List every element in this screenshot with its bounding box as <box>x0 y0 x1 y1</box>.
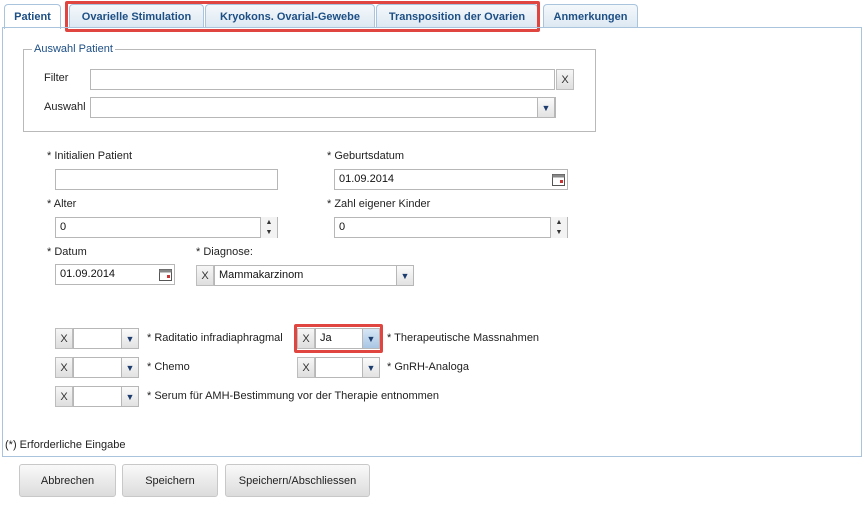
age-label: * Alter <box>47 198 77 210</box>
filter-input[interactable] <box>90 69 555 90</box>
save-close-label: Speichern/Abschliessen <box>238 474 357 487</box>
clear-icon: X <box>60 390 68 403</box>
chevron-down-icon[interactable]: ▼ <box>362 328 380 349</box>
tab-kryokons-ovarial-gewebe[interactable]: Kryokons. Ovarial-Gewebe <box>205 4 375 28</box>
clear-icon: X <box>201 269 209 282</box>
chevron-down-icon[interactable]: ▼ <box>362 357 380 378</box>
diagnosis-select[interactable]: Mammakarzinom <box>214 265 414 286</box>
serum-clear-button[interactable]: X <box>55 386 73 407</box>
chevron-down-icon[interactable]: ▼ <box>121 357 139 378</box>
clear-icon: X <box>60 332 68 345</box>
initials-input[interactable] <box>55 169 278 190</box>
clear-icon: X <box>302 332 310 345</box>
down-arrow-icon[interactable]: ▼ <box>551 228 567 239</box>
therapeutische-value: Ja <box>320 332 332 344</box>
tab-transposition-der-ovarien[interactable]: Transposition der Ovarien <box>376 4 538 28</box>
clear-icon: X <box>561 73 569 86</box>
up-arrow-icon[interactable]: ▲ <box>261 217 277 228</box>
up-arrow-icon[interactable]: ▲ <box>551 217 567 228</box>
tab-label: Ovarielle Stimulation <box>81 10 192 23</box>
patient-selection-legend: Auswahl Patient <box>34 43 113 55</box>
cancel-button[interactable]: Abbrechen <box>19 464 116 497</box>
therapeutische-label: * Therapeutische Massnahmen <box>387 332 540 344</box>
chevron-down-icon[interactable]: ▼ <box>396 265 414 286</box>
tab-label: Kryokons. Ovarial-Gewebe <box>220 10 360 23</box>
tab-ovarielle-stimulation[interactable]: Ovarielle Stimulation <box>69 4 204 28</box>
tab-patient[interactable]: Patient <box>4 4 61 29</box>
age-input[interactable]: 0 <box>55 217 278 238</box>
clear-icon: X <box>60 361 68 374</box>
tab-label: Transposition der Ovarien <box>388 10 526 23</box>
children-label: * Zahl eigener Kinder <box>327 198 431 210</box>
filter-label: Filter <box>44 72 69 84</box>
gnrh-label: * GnRH-Analoga <box>387 361 469 373</box>
tab-label: Patient <box>14 11 51 23</box>
chemo-clear-button[interactable]: X <box>55 357 73 378</box>
calendar-icon[interactable] <box>157 266 173 283</box>
tab-label: Anmerkungen <box>553 10 628 23</box>
birthdate-input[interactable]: 01.09.2014 <box>334 169 568 190</box>
children-stepper[interactable]: ▲ ▼ <box>550 217 567 238</box>
chemo-label: * Chemo <box>147 361 190 373</box>
gnrh-clear-button[interactable]: X <box>297 357 315 378</box>
auswahl-label: Auswahl <box>44 101 86 113</box>
cancel-label: Abbrechen <box>40 474 95 487</box>
save-button[interactable]: Speichern <box>122 464 218 497</box>
chevron-down-icon[interactable]: ▼ <box>121 386 139 407</box>
calendar-icon[interactable] <box>550 171 566 188</box>
birthdate-label: * Geburtsdatum <box>327 150 405 162</box>
required-note: (*) Erforderliche Eingabe <box>5 439 126 451</box>
filter-clear-button[interactable]: X <box>556 69 574 90</box>
chevron-down-icon[interactable]: ▼ <box>537 97 555 118</box>
children-input[interactable]: 0 <box>334 217 568 238</box>
age-stepper[interactable]: ▲ ▼ <box>260 217 277 238</box>
serum-label: * Serum für AMH-Bestimmung vor der Thera… <box>147 390 440 402</box>
auswahl-select[interactable] <box>90 97 556 118</box>
radiatio-label: * Raditatio infradiaphragmal <box>147 332 283 344</box>
therapeutische-clear-button[interactable]: X <box>297 328 315 349</box>
down-arrow-icon[interactable]: ▼ <box>261 228 277 239</box>
radiatio-clear-button[interactable]: X <box>55 328 73 349</box>
save-close-button[interactable]: Speichern/Abschliessen <box>225 464 370 497</box>
tab-anmerkungen[interactable]: Anmerkungen <box>543 4 638 28</box>
diagnosis-label: * Diagnose: <box>196 246 253 258</box>
chevron-down-icon[interactable]: ▼ <box>121 328 139 349</box>
save-label: Speichern <box>145 474 195 487</box>
initials-label: * Initialien Patient <box>47 150 132 162</box>
date-label: * Datum <box>47 246 87 258</box>
clear-icon: X <box>302 361 310 374</box>
diagnosis-value: Mammakarzinom <box>219 269 304 281</box>
diagnosis-clear-button[interactable]: X <box>196 265 214 286</box>
